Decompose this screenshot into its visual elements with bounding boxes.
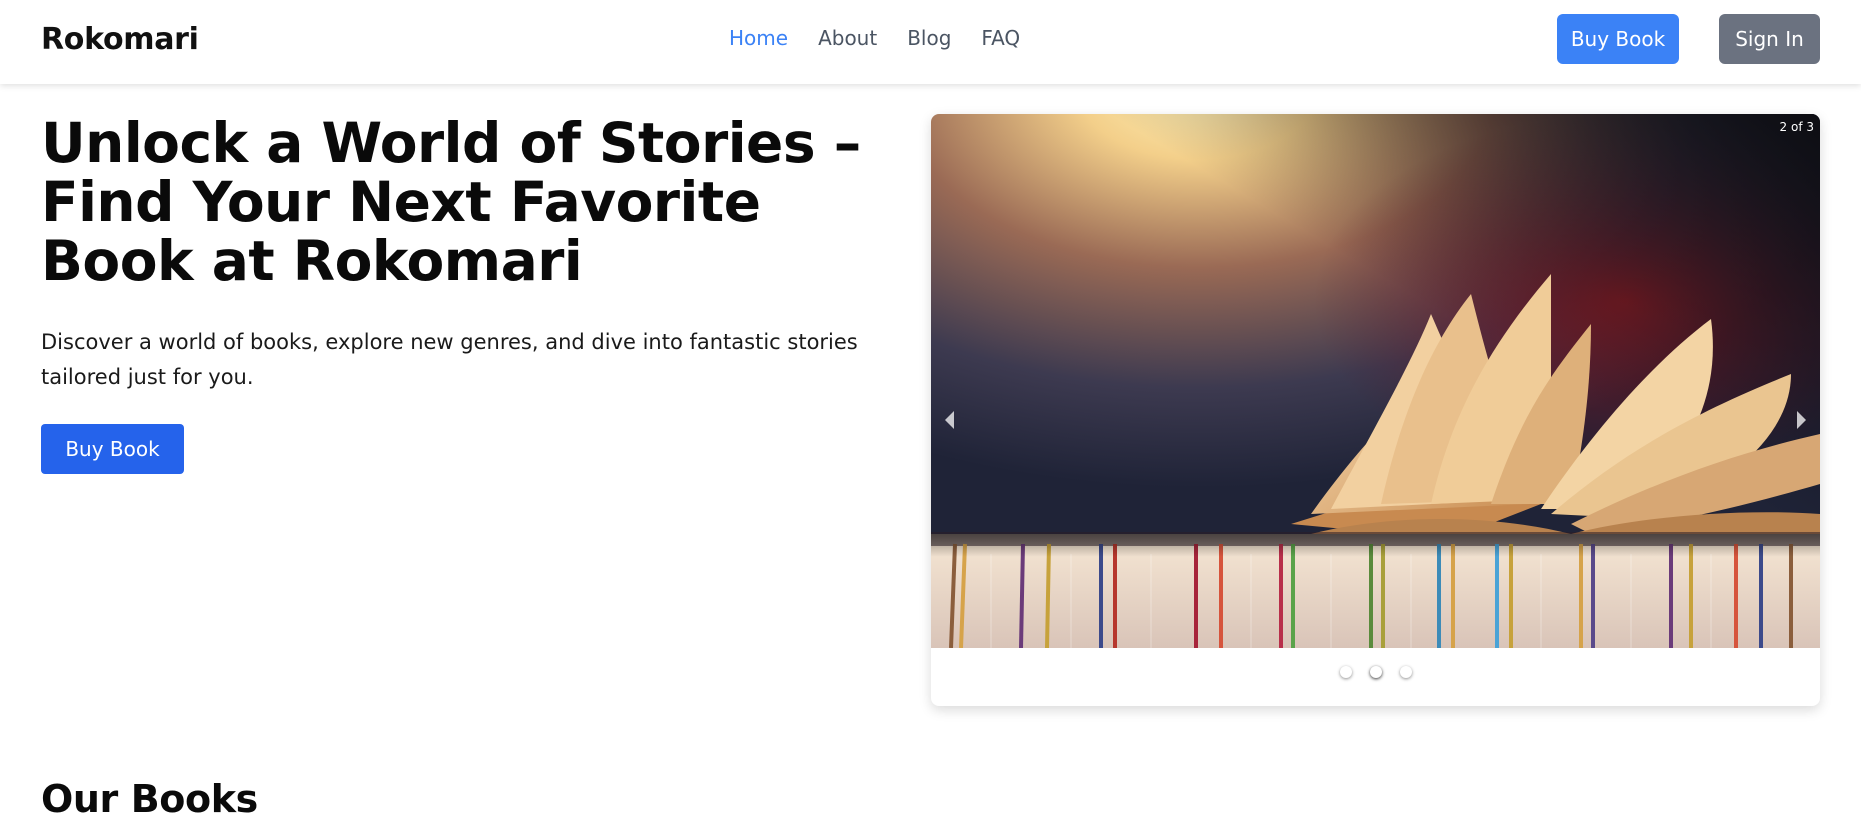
hero-description: Discover a world of books, explore new g… [41,330,858,389]
image-carousel: 2 of 3 [931,114,1820,706]
carousel-slide-image [931,114,1820,648]
main-nav: Home About Blog FAQ [729,26,1020,50]
hero-title: Unlock a World of Stories – Find Your Ne… [41,111,861,293]
section-title-our-books: Our Books [41,777,258,821]
nav-buy-book-button[interactable]: Buy Book [1557,14,1679,64]
carousel-dot-1[interactable] [1339,666,1352,678]
nav-link-home[interactable]: Home [729,26,788,50]
slide-counter: 2 of 3 [1779,120,1814,134]
brand-logo[interactable]: Rokomari [41,22,199,57]
carousel-dot-2[interactable] [1369,666,1382,678]
chevron-left-icon[interactable] [937,404,961,436]
chevron-right-icon[interactable] [1790,404,1814,436]
carousel-dots [931,666,1820,678]
nav-link-faq[interactable]: FAQ [981,26,1020,50]
nav-link-blog[interactable]: Blog [907,26,951,50]
navbar: Rokomari Home About Blog FAQ Buy Book Si… [0,0,1861,84]
hero-buy-book-button[interactable]: Buy Book [41,424,184,474]
sign-in-button[interactable]: Sign In [1719,14,1820,64]
carousel-dot-3[interactable] [1399,666,1412,678]
nav-link-about[interactable]: About [818,26,877,50]
